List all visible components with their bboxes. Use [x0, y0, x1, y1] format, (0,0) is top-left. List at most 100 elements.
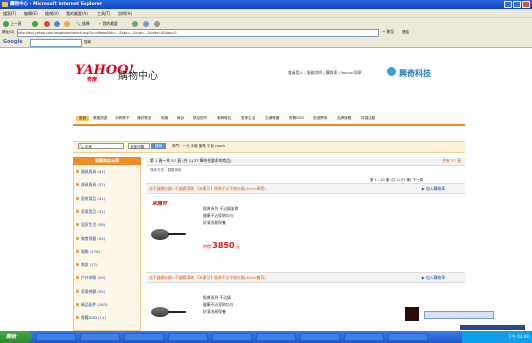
frying-pan-image[interactable] [151, 307, 169, 317]
google-logo: Google [3, 39, 23, 45]
title-bar: 購物中心 - Microsoft Internet Explorer [0, 0, 532, 9]
status-pane [460, 325, 525, 330]
tab-home[interactable]: 首頁 [76, 116, 90, 121]
tab-specials[interactable]: 特價活動 [361, 116, 375, 121]
bullet-icon [76, 223, 79, 227]
search-button[interactable]: 🔍 搜尋 [76, 20, 90, 27]
sort-filter[interactable]: 排序方式：價格排序 [150, 168, 182, 173]
taskbar-window[interactable] [36, 333, 76, 341]
home-button[interactable] [64, 20, 70, 27]
taskbar-window[interactable] [300, 333, 340, 341]
address-input[interactable]: http://buy.yahoo.com.tw/gdsale/search.as… [17, 29, 379, 37]
category-select[interactable]: 全部分類 [128, 143, 150, 149]
sidebar-item[interactable]: 戶外休閒 (29) [81, 275, 105, 281]
results-summary: 第 1 頁～共 57 頁 (共 1137 筆符合要求的商品) [150, 158, 232, 163]
tab-home-living[interactable]: 居家生活 [241, 116, 255, 121]
minimize-button[interactable] [504, 1, 512, 8]
history-icon [132, 21, 138, 27]
sidebar-item[interactable]: 書籍DVD (11) [81, 315, 106, 321]
sidebar-item[interactable]: 美食保健 (45) [81, 236, 105, 242]
bullet-icon [76, 236, 79, 240]
frying-pan-image[interactable] [151, 229, 169, 240]
bullet-icon [76, 263, 79, 267]
bullet-icon [76, 249, 79, 253]
refresh-button[interactable] [54, 20, 60, 27]
mail-button[interactable] [143, 20, 149, 27]
menu-bar: 檔案(F) 編輯(E) 檢視(V) 我的最愛(A) 工具(T) 說明(H) [0, 9, 532, 17]
menu-file[interactable]: 檔案(F) [3, 11, 16, 17]
menu-edit[interactable]: 編輯(E) [24, 11, 38, 17]
product-title[interactable]: 送不鏽鋼炒鍋+不鏽鋼湯碗 【米雅可】經典不沾平底炒鍋(30cm雙耳) [149, 273, 266, 282]
menu-view[interactable]: 檢視(V) [45, 11, 59, 17]
menu-tools[interactable]: 工具(T) [97, 11, 111, 17]
taskbar-window[interactable] [80, 333, 120, 341]
taskbar-window[interactable] [168, 333, 208, 341]
print-button[interactable] [154, 20, 160, 27]
forward-arrow-icon [32, 21, 38, 27]
tab-travel[interactable]: 旅遊票券 [313, 116, 327, 121]
brand-name[interactable]: 興奇科技 [399, 68, 431, 79]
language-bar[interactable] [424, 311, 494, 319]
pan-handle-image [168, 311, 186, 313]
tab-telecom[interactable]: 通訊電信 [137, 116, 151, 121]
product-feature: 好清洗易保養 [203, 309, 226, 314]
sidebar-item[interactable]: 家電視聽 (55) [81, 289, 105, 295]
taskbar-window[interactable] [388, 333, 428, 341]
top-links[interactable]: 會員登入 | 服務說明 | 購物車 | Yahoo!奇摩 [288, 70, 361, 76]
search-submit-button[interactable]: 搜尋 [151, 143, 166, 149]
tab-apparel[interactable]: 服飾鞋包 [217, 116, 231, 121]
sidebar-item[interactable]: 鍋具廚具 (42) [81, 169, 105, 175]
google-search-button[interactable]: 搜尋 [84, 40, 91, 45]
sidebar-item[interactable]: 廚房用品 (41) [81, 196, 105, 202]
add-to-cart-link[interactable]: ▶ 加入購物車 [422, 273, 445, 282]
sidebar-item[interactable]: 服飾 (176) [81, 249, 100, 255]
bullet-icon [76, 303, 79, 306]
menu-help[interactable]: 說明(H) [118, 11, 132, 17]
google-search-input[interactable] [30, 39, 82, 47]
taskbar-window[interactable] [212, 333, 252, 341]
address-bar: 網址(D) http://buy.yahoo.com.tw/gdsale/sea… [0, 28, 532, 37]
product-feature: 經典系列 不沾鍋塗層 [203, 206, 239, 211]
product-title-bar: 送不鏽鋼炒鍋+不鏽鋼湯碗 【米雅可】經典不沾平底炒鍋(30cm單把) ▶ 加入購… [146, 183, 465, 194]
taskbar-window[interactable] [124, 333, 164, 341]
address-label: 網址(D) [2, 30, 15, 34]
tab-accessories[interactable]: 精品配件 [193, 116, 207, 121]
menu-favorites[interactable]: 我的最愛(A) [66, 11, 88, 17]
tab-books-dvd[interactable]: 書籍DVD [289, 116, 304, 121]
sidebar-title: 相關商品分類 [73, 157, 141, 165]
back-button[interactable]: 上一頁 [3, 20, 22, 27]
tab-appliances[interactable]: 交通電器 [265, 116, 279, 121]
sidebar-item[interactable]: 居家生活 (56) [81, 222, 105, 228]
search-input[interactable]: 平底 [78, 143, 124, 149]
back-arrow-icon [3, 21, 9, 27]
stop-button[interactable] [44, 20, 50, 27]
taskbar-window[interactable] [256, 333, 296, 341]
links-label[interactable]: 連結 [402, 30, 409, 35]
sidebar-item[interactable]: 家電用品 (32) [81, 209, 105, 215]
hot-keywords[interactable]: 熱門：一元 手機 筆電 平板 coach [172, 144, 225, 149]
maximize-button[interactable] [513, 1, 521, 8]
window-title: 購物中心 - Microsoft Internet Explorer [10, 2, 103, 7]
sidebar-item[interactable]: 精品配件 (163) [81, 302, 108, 308]
add-to-cart-link[interactable]: ▶ 加入購物車 [422, 184, 445, 193]
close-button[interactable] [522, 1, 530, 8]
tab-camera[interactable]: 相機 [161, 116, 168, 121]
tab-beauty[interactable]: 美妝 [177, 116, 184, 121]
product-title[interactable]: 送不鏽鋼炒鍋+不鏽鋼湯碗 【米雅可】經典不沾平底炒鍋(30cm單把) [149, 184, 266, 193]
tab-brands[interactable]: 品牌旗艦 [337, 116, 351, 121]
favorites-button[interactable]: ★ 我的最愛 [98, 20, 118, 27]
tab-computer[interactable]: 電腦週邊 [93, 116, 107, 121]
sidebar-item[interactable]: 餐具廚具 (37) [81, 182, 105, 188]
forward-button[interactable] [32, 20, 38, 27]
home-icon [64, 21, 70, 27]
product-feature: 健康不沾導熱均勻 [203, 213, 234, 218]
go-button[interactable]: ➔ 移至 [382, 29, 394, 35]
thumbnail-image[interactable] [405, 307, 419, 321]
start-button[interactable]: 開始 [0, 331, 32, 343]
history-button[interactable] [132, 20, 138, 27]
refresh-icon [54, 21, 60, 27]
brand-logo-icon: 米雅可 [152, 201, 168, 207]
sidebar-item[interactable]: 美妝 (27) [81, 262, 98, 268]
taskbar-window[interactable] [344, 333, 384, 341]
tab-electronics[interactable]: 消費電子 [115, 116, 129, 121]
